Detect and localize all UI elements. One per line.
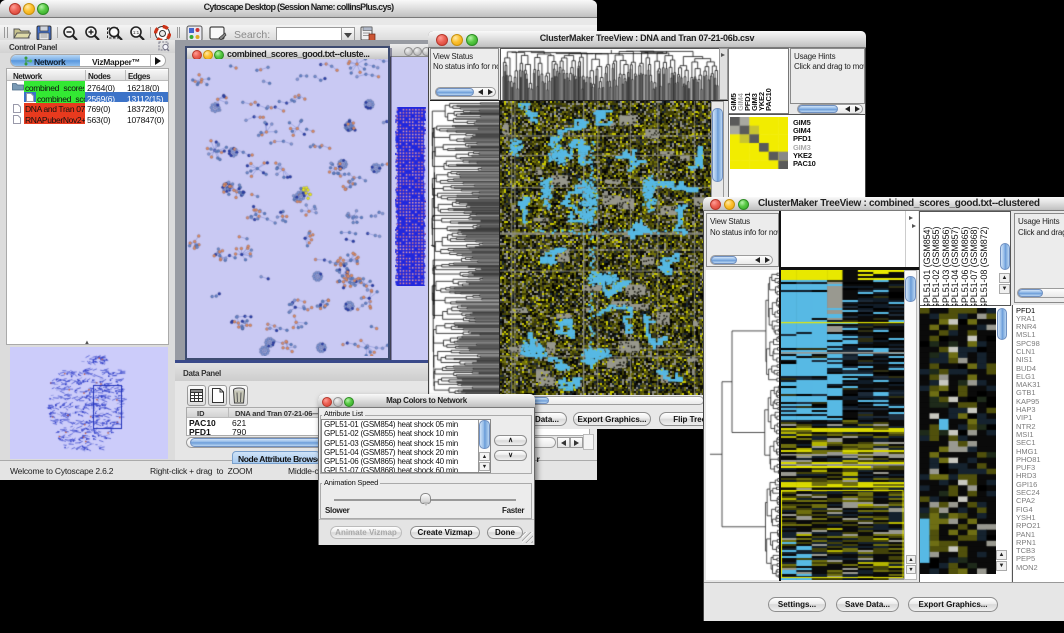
svg-text:1:1: 1:1 [133,30,140,35]
